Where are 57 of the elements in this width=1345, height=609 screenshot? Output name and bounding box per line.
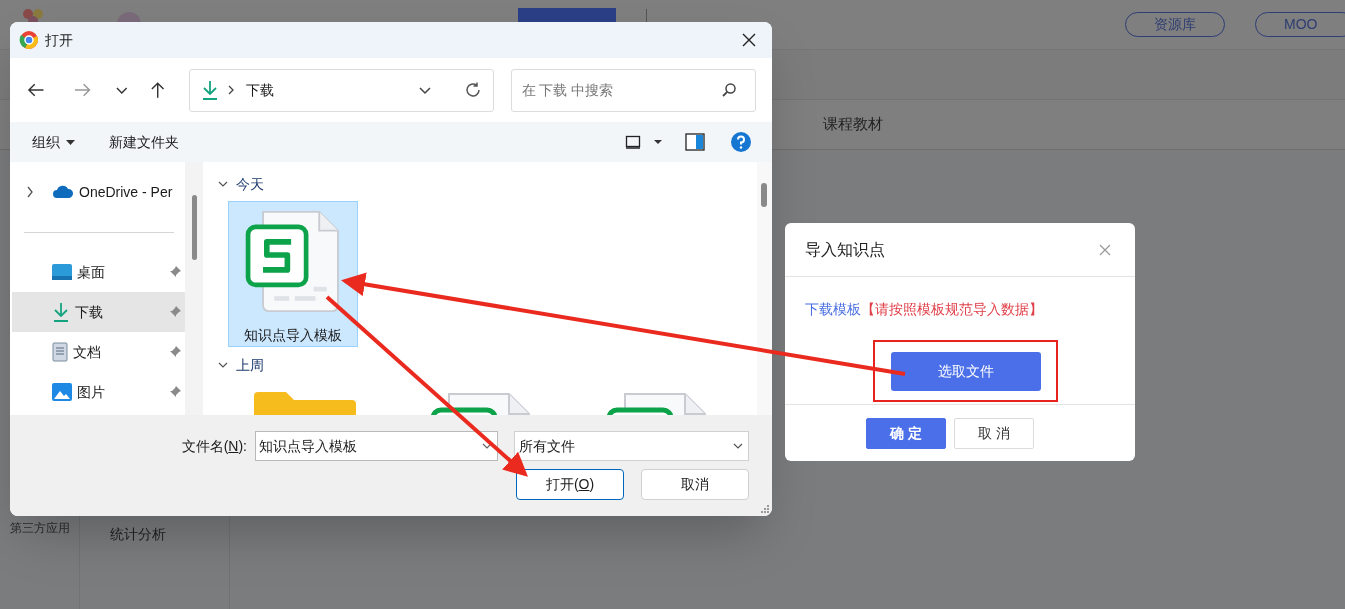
desktop-icon: [52, 264, 72, 280]
toolbar-button[interactable]: 新建文件夹: [109, 131, 179, 153]
choose-file-button[interactable]: 选取文件: [890, 351, 1041, 391]
toolbar-button[interactable]: 组织: [32, 131, 75, 153]
search-field[interactable]: 在 下载 中搜索: [521, 79, 721, 101]
cloud-icon: [52, 185, 74, 199]
pin-icon[interactable]: [169, 346, 181, 358]
breadcrumb-chevron-icon: [226, 85, 235, 95]
image-icon: [52, 383, 72, 401]
confirm-button[interactable]: 确 定: [866, 417, 946, 449]
filename-field[interactable]: 知识点导入模板: [259, 435, 481, 457]
download-template-link[interactable]: 下载模板: [805, 299, 861, 320]
search-icon[interactable]: [721, 82, 737, 98]
open-button[interactable]: 打开(O): [516, 469, 624, 500]
chevron-down-icon[interactable]: [218, 361, 228, 369]
preview-pane-icon[interactable]: [685, 133, 705, 151]
scrollbar-thumb[interactable]: [761, 183, 767, 207]
folder-icon: [254, 392, 356, 415]
chevron-down-icon[interactable]: [481, 441, 493, 451]
window-title: 打开: [45, 30, 73, 50]
search-box[interactable]: 在 下载 中搜索: [510, 68, 756, 112]
nav-item[interactable]: 下载: [12, 292, 185, 332]
pin-icon[interactable]: [169, 306, 181, 318]
caret-icon[interactable]: [653, 139, 663, 145]
nav-item[interactable]: 文档: [12, 332, 185, 372]
download-icon: [200, 80, 219, 100]
view-icon[interactable]: [625, 135, 641, 149]
caret-icon: [66, 139, 75, 145]
filename-box[interactable]: 知识点导入模板: [255, 431, 498, 461]
pin-icon[interactable]: [169, 266, 181, 278]
close-icon[interactable]: [742, 33, 756, 47]
help-icon[interactable]: [730, 131, 752, 153]
file-tile[interactable]: 知识点导入模板: [228, 201, 358, 347]
cancel-button[interactable]: 取消: [641, 469, 749, 500]
resize-grip-icon[interactable]: [761, 505, 770, 514]
tab[interactable]: 课程教材: [823, 113, 883, 136]
pin-icon[interactable]: [169, 386, 181, 398]
nav-item[interactable]: 桌面: [12, 252, 185, 292]
app-icon: [19, 30, 39, 50]
chevron-down-icon[interactable]: [218, 180, 228, 188]
nav-item[interactable]: OneDrive - Per: [12, 172, 185, 212]
dialog-title: 导入知识点: [805, 239, 885, 260]
filetype-select[interactable]: 所有文件: [514, 431, 749, 461]
chevron-right-icon[interactable]: [26, 186, 34, 198]
chevron-down-icon: [732, 441, 744, 451]
download-icon: [52, 302, 70, 322]
document-icon: [52, 342, 68, 362]
filename-label: 文件名(N):: [181, 436, 247, 456]
scrollbar-thumb[interactable]: [192, 195, 197, 260]
group-header[interactable]: 上周: [236, 354, 264, 376]
group-header[interactable]: 今天: [236, 173, 264, 195]
breadcrumb-item[interactable]: 下载: [245, 79, 274, 101]
refresh-icon[interactable]: [463, 81, 482, 99]
address-bar[interactable]: 下载: [188, 68, 494, 112]
import-note: 【请按照模板规范导入数据】: [861, 300, 1043, 319]
nav-item[interactable]: 图片: [12, 372, 185, 412]
cancel-button[interactable]: 取 消: [954, 417, 1034, 449]
